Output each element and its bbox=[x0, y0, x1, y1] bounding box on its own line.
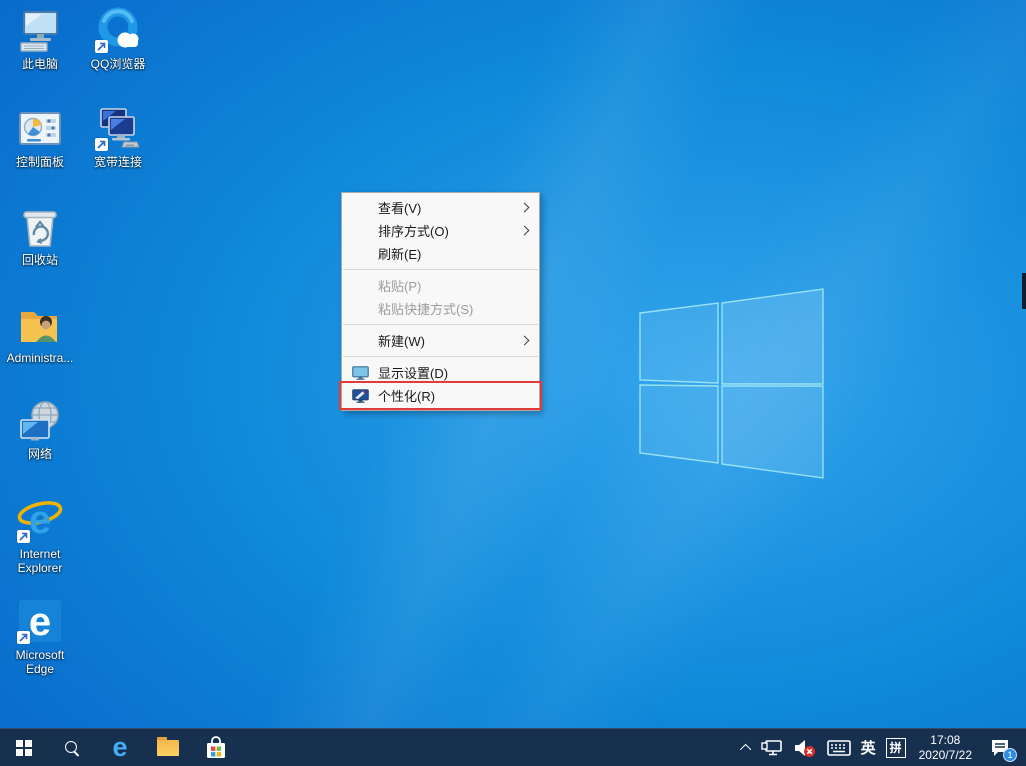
notification-badge: 1 bbox=[1003, 748, 1017, 762]
icon-label: Administra... bbox=[7, 351, 74, 365]
windows-start-icon bbox=[16, 740, 32, 756]
system-tray: 英 拼 17:08 2020/7/22 1 bbox=[738, 729, 1026, 766]
this-pc-icon bbox=[16, 6, 64, 54]
chevron-up-icon bbox=[740, 743, 751, 754]
recycle-bin-icon bbox=[16, 202, 64, 250]
ime-language-button[interactable]: 英 bbox=[856, 729, 881, 766]
shortcut-arrow-icon bbox=[95, 40, 108, 53]
svg-text:e: e bbox=[29, 498, 51, 542]
submenu-arrow-icon bbox=[520, 336, 530, 346]
taskbar-store-button[interactable] bbox=[192, 729, 240, 766]
desktop-icon-this-pc[interactable]: 此电脑 bbox=[1, 6, 79, 71]
volume-tray-button[interactable] bbox=[788, 729, 822, 766]
clock-time: 17:08 bbox=[930, 733, 960, 748]
icon-label: 宽带连接 bbox=[94, 155, 142, 169]
menu-item-new[interactable]: 新建(W) bbox=[342, 329, 539, 352]
network-status-icon bbox=[761, 739, 783, 757]
desktop-context-menu: 查看(V) 排序方式(O) 刷新(E) 粘贴(P) 粘贴快捷方式(S) 新建(W… bbox=[341, 192, 540, 411]
submenu-arrow-icon bbox=[520, 203, 530, 213]
shortcut-arrow-icon bbox=[95, 138, 108, 151]
menu-item-paste[interactable]: 粘贴(P) bbox=[342, 274, 539, 297]
ime-language-label: 英 bbox=[861, 737, 876, 758]
windows-logo-wallpaper bbox=[600, 260, 900, 520]
start-button[interactable] bbox=[0, 729, 48, 766]
desktop-icon-qq-browser[interactable]: QQ浏览器 bbox=[79, 6, 157, 71]
shortcut-arrow-icon bbox=[17, 631, 30, 644]
menu-item-sort-by[interactable]: 排序方式(O) bbox=[342, 219, 539, 242]
desktop-icon-internet-explorer[interactable]: e Internet Explorer bbox=[1, 496, 79, 575]
taskbar: e bbox=[0, 728, 1026, 766]
menu-item-display-settings[interactable]: 显示设置(D) bbox=[342, 361, 539, 384]
desktop-icon-microsoft-edge[interactable]: e Microsoft Edge bbox=[1, 597, 79, 676]
screen-edge-artifact bbox=[1022, 273, 1026, 309]
icon-label: 回收站 bbox=[22, 253, 58, 267]
internet-explorer-icon: e bbox=[16, 496, 64, 544]
svg-text:e: e bbox=[29, 600, 51, 644]
microsoft-edge-icon: e bbox=[16, 597, 64, 645]
network-icon bbox=[16, 396, 64, 444]
menu-separator bbox=[343, 269, 538, 270]
edge-icon: e bbox=[112, 734, 127, 761]
volume-muted-icon bbox=[793, 738, 817, 758]
desktop-icon-admin-folder[interactable]: Administra... bbox=[1, 300, 79, 365]
ime-pinyin-label: 拼 bbox=[886, 738, 906, 758]
microsoft-store-icon bbox=[205, 736, 227, 760]
network-tray-button[interactable] bbox=[756, 729, 788, 766]
taskbar-edge-button[interactable]: e bbox=[96, 729, 144, 766]
ime-mode-button[interactable]: 拼 bbox=[881, 729, 911, 766]
personalization-icon bbox=[352, 389, 378, 403]
menu-separator bbox=[343, 324, 538, 325]
shortcut-arrow-icon bbox=[17, 530, 30, 543]
search-button[interactable] bbox=[48, 729, 96, 766]
action-center-button[interactable]: 1 bbox=[980, 729, 1020, 766]
desktop-icon-control-panel[interactable]: 控制面板 bbox=[1, 104, 79, 169]
broadband-connection-icon bbox=[94, 104, 142, 152]
taskbar-file-explorer-button[interactable] bbox=[144, 729, 192, 766]
search-icon bbox=[65, 741, 79, 755]
icon-label: Internet Explorer bbox=[1, 547, 79, 575]
display-settings-icon bbox=[352, 366, 378, 380]
icon-label: 网络 bbox=[28, 447, 52, 461]
control-panel-icon bbox=[16, 104, 64, 152]
desktop-icon-broadband[interactable]: 宽带连接 bbox=[79, 104, 157, 169]
clock-date: 2020/7/22 bbox=[919, 748, 972, 763]
user-folder-icon bbox=[16, 300, 64, 348]
file-explorer-icon bbox=[157, 740, 179, 756]
menu-item-view[interactable]: 查看(V) bbox=[342, 196, 539, 219]
taskbar-clock[interactable]: 17:08 2020/7/22 bbox=[911, 729, 980, 766]
menu-item-paste-shortcut[interactable]: 粘贴快捷方式(S) bbox=[342, 297, 539, 320]
touch-keyboard-icon bbox=[827, 740, 851, 756]
menu-separator bbox=[343, 356, 538, 357]
icon-label: 此电脑 bbox=[22, 57, 58, 71]
touch-keyboard-button[interactable] bbox=[822, 729, 856, 766]
icon-label: 控制面板 bbox=[16, 155, 64, 169]
show-hidden-icons-button[interactable] bbox=[738, 729, 756, 766]
qq-browser-icon bbox=[94, 6, 142, 54]
icon-label: Microsoft Edge bbox=[1, 648, 79, 676]
menu-item-refresh[interactable]: 刷新(E) bbox=[342, 242, 539, 265]
icon-label: QQ浏览器 bbox=[91, 57, 146, 71]
desktop-icon-recycle-bin[interactable]: 回收站 bbox=[1, 202, 79, 267]
desktop-icon-network[interactable]: 网络 bbox=[1, 396, 79, 461]
submenu-arrow-icon bbox=[520, 226, 530, 236]
menu-item-personalize[interactable]: 个性化(R) bbox=[342, 384, 539, 407]
